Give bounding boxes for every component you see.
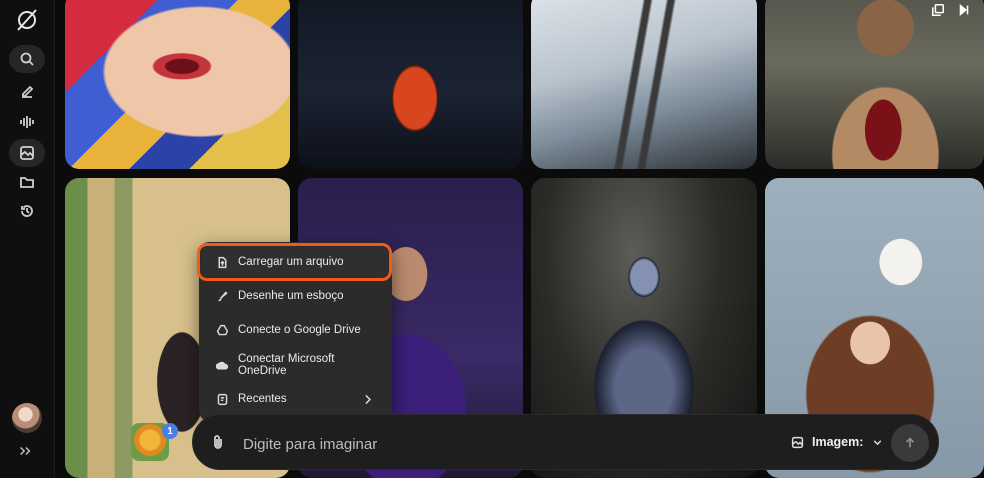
menu-item-label: Conectar Microsoft OneDrive xyxy=(238,353,335,377)
skip-forward-icon xyxy=(959,3,969,17)
paperclip-icon xyxy=(214,435,222,449)
history-button[interactable] xyxy=(9,197,45,225)
app-logo-icon[interactable] xyxy=(13,6,41,34)
mode-selector[interactable]: Imagem: xyxy=(791,435,884,449)
submit-button[interactable] xyxy=(891,424,929,462)
folder-button[interactable] xyxy=(9,168,45,196)
arrow-up-icon xyxy=(905,437,915,448)
recent-files-item[interactable]: Recentes xyxy=(207,384,384,414)
chevrons-right-icon xyxy=(20,446,31,456)
recent-files-icon xyxy=(217,393,228,405)
google-drive-icon xyxy=(216,324,229,335)
gallery-image[interactable] xyxy=(298,0,523,169)
mode-label: Imagem: xyxy=(812,435,864,449)
upload-file-item[interactable]: Carregar um arquivo xyxy=(197,243,392,281)
draw-sketch-item[interactable]: Desenhe um esboço xyxy=(207,281,384,311)
attachment-menu: Carregar um arquivo Desenhe um esboço Co… xyxy=(197,242,392,421)
gallery-image[interactable] xyxy=(765,0,984,169)
brush-icon xyxy=(218,290,228,301)
edit-icon xyxy=(22,85,34,98)
folder-icon xyxy=(20,177,34,188)
new-creation-button[interactable] xyxy=(9,78,45,106)
menu-item-label: Desenhe um esboço xyxy=(238,290,344,302)
onedrive-icon xyxy=(216,361,229,369)
search-icon xyxy=(20,52,34,66)
audio-button[interactable] xyxy=(9,108,45,136)
upload-file-icon xyxy=(218,256,227,268)
connect-onedrive-item[interactable]: Conectar Microsoft OneDrive xyxy=(207,350,384,380)
gallery-image[interactable] xyxy=(531,0,757,169)
chevron-down-icon xyxy=(874,439,882,445)
prompt-input[interactable] xyxy=(241,431,665,457)
expand-sidebar-button[interactable] xyxy=(18,444,36,460)
waveform-icon xyxy=(20,116,34,128)
image-mode-icon xyxy=(791,436,804,448)
menu-item-label: Carregar um arquivo xyxy=(238,256,344,268)
attach-button[interactable] xyxy=(211,434,227,452)
prompt-bar: Imagem: xyxy=(192,414,939,470)
search-button[interactable] xyxy=(9,45,45,73)
connect-google-drive-item[interactable]: Conecte o Google Drive xyxy=(207,315,384,345)
image-gallery-icon xyxy=(20,146,34,160)
images-button[interactable] xyxy=(9,139,45,167)
extension-badge-count: 1 xyxy=(162,423,178,439)
chevron-right-icon xyxy=(365,394,371,404)
open-variations-button[interactable] xyxy=(930,2,946,18)
history-icon xyxy=(21,205,33,217)
play-next-button[interactable] xyxy=(956,2,972,18)
sidebar xyxy=(0,0,55,478)
menu-item-label: Recentes xyxy=(238,393,287,405)
tile-actions xyxy=(930,2,972,18)
menu-item-label: Conecte o Google Drive xyxy=(238,324,361,336)
user-avatar[interactable] xyxy=(12,403,42,433)
copy-image-icon xyxy=(931,3,945,17)
gallery-image[interactable] xyxy=(65,0,290,169)
